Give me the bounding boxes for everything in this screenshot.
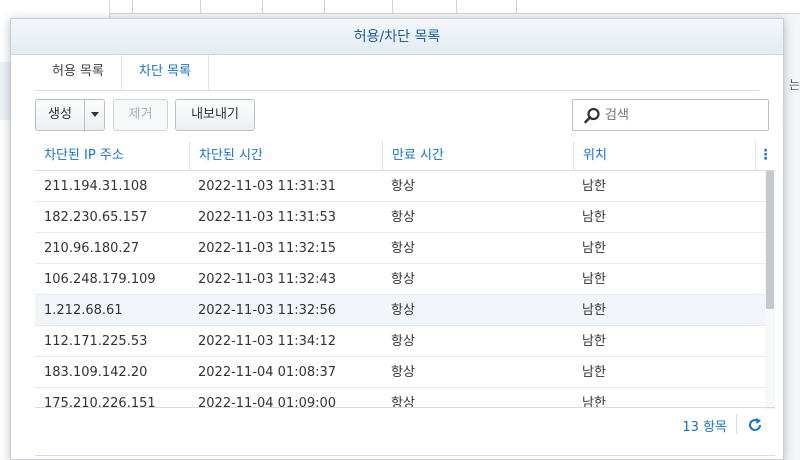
cell-expire-time: 항상: [391, 179, 415, 194]
cell-expire-time: 항상: [391, 334, 415, 349]
cell-expire-time: 항상: [391, 303, 415, 318]
column-header-expire-time[interactable]: 만료 시간: [382, 141, 573, 171]
dialog-title: 허용/차단 목록: [11, 19, 783, 55]
cell-blocked-time: 2022-11-04 01:08:37: [198, 365, 337, 380]
cell-ip: 182.230.65.157: [44, 210, 148, 225]
cell-blocked-time: 2022-11-03 11:34:12: [198, 334, 337, 349]
cell-blocked-time: 2022-11-04 01:09:00: [198, 396, 337, 409]
cell-ip: 183.109.142.20: [44, 365, 148, 380]
cell-location: 남한: [582, 303, 606, 318]
cell-blocked-time: 2022-11-03 11:32:43: [198, 272, 337, 287]
tab-block-list[interactable]: 차단 목록: [122, 55, 209, 92]
footer-divider: [736, 414, 737, 434]
cell-ip: 210.96.180.27: [44, 241, 140, 256]
column-header-ip[interactable]: 차단된 IP 주소: [35, 141, 189, 171]
table-row[interactable]: 1.212.68.61 2022-11-03 11:32:56 항상 남한: [35, 295, 775, 326]
blocked-ip-table: 차단된 IP 주소 차단된 시간 만료 시간 위치 ⋮ 211.194.31.1…: [35, 141, 775, 409]
cell-expire-time: 항상: [391, 365, 415, 380]
cell-ip: 106.248.179.109: [44, 272, 156, 287]
column-menu-icon[interactable]: ⋮: [755, 141, 775, 171]
cell-ip: 1.212.68.61: [44, 303, 123, 318]
search-input[interactable]: [605, 105, 760, 125]
export-button[interactable]: 내보내기: [175, 99, 255, 131]
table-row[interactable]: 210.96.180.27 2022-11-03 11:32:15 항상 남한: [35, 233, 775, 264]
column-header-location[interactable]: 위치: [573, 141, 753, 171]
cell-location: 남한: [582, 365, 606, 380]
cell-location: 남한: [582, 241, 606, 256]
background-text: 는: [788, 78, 800, 92]
table-scrollbar[interactable]: [765, 171, 775, 409]
caret-down-icon: [90, 112, 99, 117]
table-row[interactable]: 106.248.179.109 2022-11-03 11:32:43 항상 남…: [35, 264, 775, 295]
cell-blocked-time: 2022-11-03 11:32:56: [198, 303, 337, 318]
table-row[interactable]: 175.210.226.151 2022-11-04 01:09:00 항상 남…: [35, 388, 775, 409]
cell-location: 남한: [582, 272, 606, 287]
cell-expire-time: 항상: [391, 210, 415, 225]
remove-button[interactable]: 제거: [113, 99, 168, 131]
table-body: 211.194.31.108 2022-11-03 11:31:31 항상 남한…: [35, 171, 775, 409]
background-toolbar: [110, 0, 800, 14]
table-row[interactable]: 211.194.31.108 2022-11-03 11:31:31 항상 남한: [35, 171, 775, 202]
cell-location: 남한: [582, 210, 606, 225]
table-row[interactable]: 182.230.65.157 2022-11-03 11:31:53 항상 남한: [35, 202, 775, 233]
refresh-icon[interactable]: [747, 417, 763, 433]
toolbar: 생성 제거 내보내기: [11, 91, 783, 131]
cell-expire-time: 항상: [391, 241, 415, 256]
table-header: 차단된 IP 주소 차단된 시간 만료 시간 위치 ⋮: [35, 141, 775, 171]
item-count: 13 항목: [682, 420, 727, 435]
cell-blocked-time: 2022-11-03 11:32:15: [198, 241, 337, 256]
allow-block-list-dialog: 허용/차단 목록 허용 목록차단 목록 생성 제거 내보내기 차단된 IP 주소…: [10, 18, 784, 460]
scrollbar-thumb[interactable]: [766, 171, 774, 309]
create-dropdown-button[interactable]: [84, 99, 105, 131]
cell-expire-time: 항상: [391, 272, 415, 287]
column-header-blocked-time[interactable]: 차단된 시간: [189, 141, 382, 171]
cell-expire-time: 항상: [391, 396, 415, 409]
cell-location: 남한: [582, 396, 606, 409]
cell-ip: 211.194.31.108: [44, 179, 148, 194]
create-button[interactable]: 생성: [35, 99, 85, 131]
cell-blocked-time: 2022-11-03 11:31:53: [198, 210, 337, 225]
tab-bar: 허용 목록 차단 목록: [11, 55, 783, 92]
dialog-bottom-divider: [35, 455, 775, 456]
table-row[interactable]: 112.171.225.53 2022-11-03 11:34:12 항상 남한: [35, 326, 775, 357]
cell-location: 남한: [582, 179, 606, 194]
table-footer: 13 항목: [35, 407, 775, 439]
table-row[interactable]: 183.109.142.20 2022-11-04 01:08:37 항상 남한: [35, 357, 775, 388]
tab-allow-list[interactable]: 허용 목록: [35, 55, 122, 91]
cell-blocked-time: 2022-11-03 11:31:31: [198, 179, 337, 194]
cell-ip: 175.210.226.151: [44, 396, 156, 409]
search-icon: [584, 107, 600, 124]
search-box[interactable]: [572, 99, 769, 131]
cell-location: 남한: [582, 334, 606, 349]
cell-ip: 112.171.225.53: [44, 334, 148, 349]
